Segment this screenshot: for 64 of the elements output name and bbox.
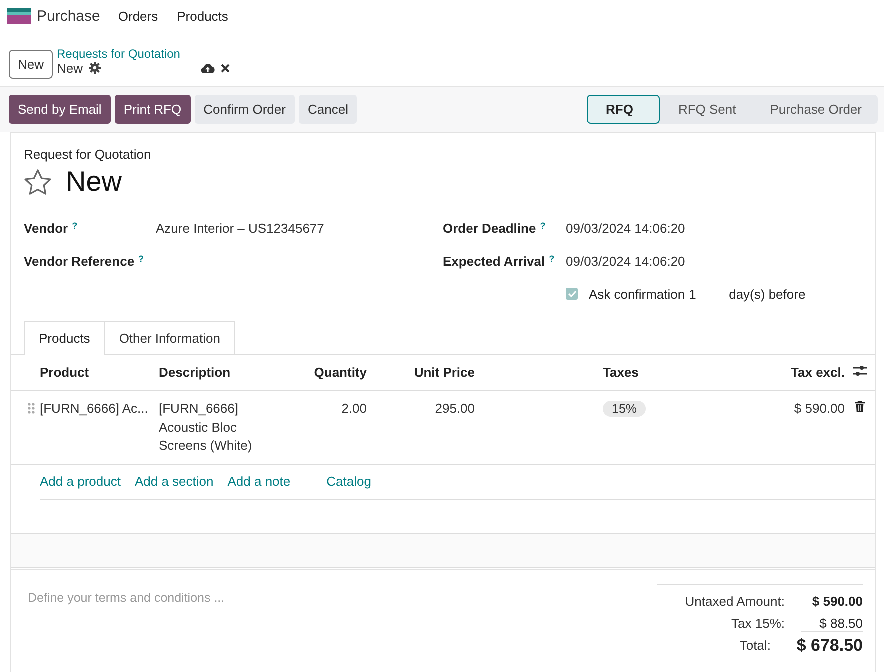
add-line-link[interactable]: Add a section	[134, 474, 214, 489]
menu-item[interactable]: Products	[177, 8, 228, 24]
total-value: $ 678.50	[796, 636, 863, 656]
table-cell: 2.00	[342, 401, 367, 416]
help-tooltip[interactable]: ?	[138, 254, 144, 264]
add-line-link[interactable]: Catalog	[326, 474, 372, 489]
column-header[interactable]: Tax excl.	[791, 365, 845, 380]
new-button[interactable]: New	[9, 50, 54, 78]
checkbox[interactable]	[566, 288, 578, 300]
field-value[interactable]: 09/03/2024 14:06:20	[566, 254, 686, 269]
field-label: Vendor Reference	[24, 254, 135, 269]
status-stage[interactable]: RFQ	[586, 95, 660, 124]
app-logo-icon[interactable]	[7, 8, 31, 24]
gear-icon[interactable]	[89, 62, 102, 74]
help-tooltip[interactable]: ?	[72, 221, 78, 231]
breadcrumb-current: New	[57, 60, 84, 76]
action-button[interactable]: Confirm Order	[194, 95, 295, 124]
column-header[interactable]: Description	[159, 365, 231, 380]
cloud-upload-icon[interactable]	[201, 62, 216, 74]
total-label: Tax 15%:	[732, 616, 785, 631]
action-button[interactable]: Print RFQ	[114, 95, 191, 124]
help-tooltip[interactable]: ?	[540, 221, 546, 231]
add-line-link[interactable]: Add a note	[228, 474, 291, 489]
checkbox-label: Ask confirmation	[589, 286, 686, 302]
trash-icon[interactable]	[855, 401, 865, 413]
description-line: Acoustic Bloc	[159, 418, 238, 436]
tab[interactable]: Other Information	[105, 321, 236, 355]
field-value[interactable]: Azure Interior – US12345677	[156, 221, 324, 236]
field-value[interactable]: 09/03/2024 14:06:20	[566, 221, 686, 236]
close-icon[interactable]	[221, 64, 230, 72]
total-value: $ 88.50	[801, 616, 863, 632]
add-line-link[interactable]: Add a product	[40, 474, 121, 489]
column-header[interactable]: Product	[40, 365, 90, 380]
status-stage[interactable]: Purchase Order	[752, 95, 878, 124]
breadcrumb-link[interactable]: Requests for Quotation	[57, 46, 230, 60]
field-label: Expected Arrival	[443, 254, 546, 269]
column-header[interactable]: Unit Price	[414, 365, 475, 380]
action-button[interactable]: Send by Email	[9, 95, 111, 124]
column-header[interactable]: Quantity	[314, 365, 367, 380]
tax-tag: 15%	[603, 401, 646, 417]
drag-handle-icon[interactable]	[28, 403, 35, 414]
total-label: Total:	[740, 638, 771, 653]
menu-item[interactable]: Orders	[118, 8, 158, 24]
column-header[interactable]: Taxes	[603, 365, 639, 380]
total-label: Untaxed Amount:	[685, 594, 785, 609]
table-cell: [FURN_6666] Ac...	[40, 401, 148, 416]
table-cell: 295.00	[435, 401, 475, 416]
days-field[interactable]: 1	[689, 286, 730, 302]
field-label: Order Deadline	[443, 221, 536, 236]
description-line: [FURN_6666]	[159, 400, 240, 418]
status-stage[interactable]: RFQ Sent	[660, 95, 752, 124]
form-subtitle: Request for Quotation	[24, 147, 152, 162]
description-line: Screens (White)	[159, 437, 254, 455]
days-suffix: day(s) before	[729, 286, 806, 302]
record-name: New	[66, 166, 122, 198]
help-tooltip[interactable]: ?	[549, 254, 555, 264]
action-button[interactable]: Cancel	[298, 95, 358, 124]
settings-icon[interactable]	[853, 365, 867, 377]
table-cell: $ 590.00	[794, 401, 845, 416]
field-label: Vendor	[24, 221, 68, 236]
star-icon[interactable]	[24, 168, 52, 196]
app-name[interactable]: Purchase	[37, 8, 100, 24]
tab[interactable]: Products	[24, 321, 106, 355]
total-value: $ 590.00	[811, 594, 863, 609]
